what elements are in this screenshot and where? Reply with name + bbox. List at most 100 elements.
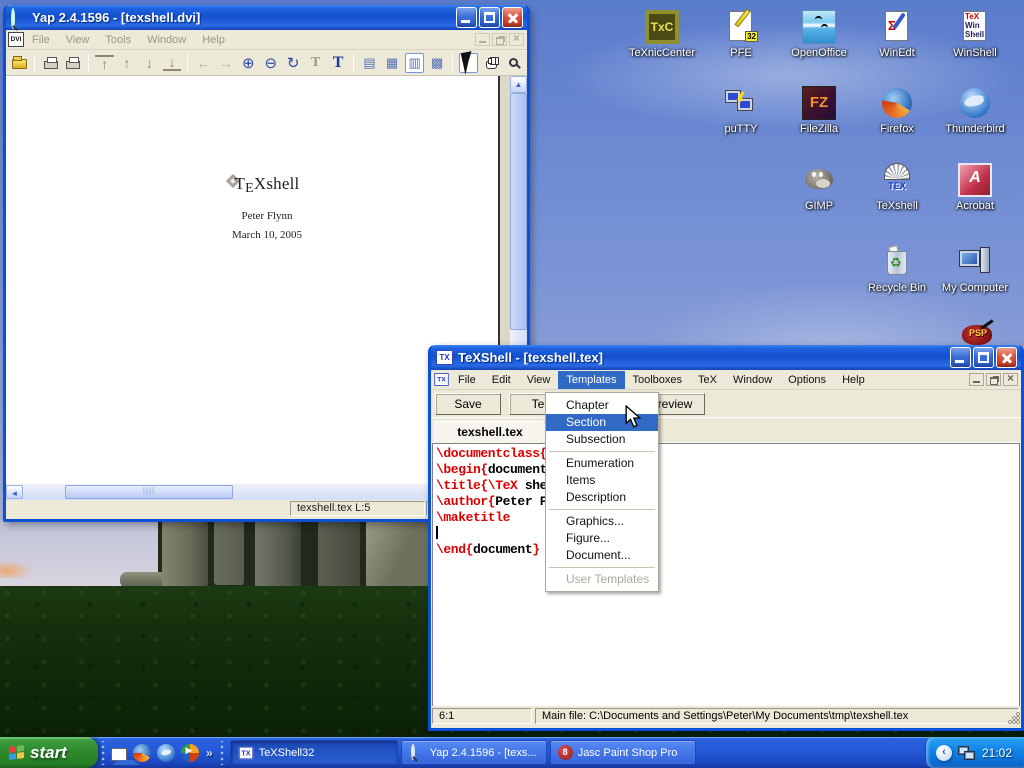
desktop-icon-winshell[interactable]: TeXWinShell WinShell: [937, 10, 1013, 59]
save-button[interactable]: Save: [435, 393, 501, 415]
taskbar-button-texshell32[interactable]: TX TeXShell32: [230, 740, 398, 765]
single-page-view-icon[interactable]: ▤: [360, 53, 378, 73]
mdi-restore-button[interactable]: [492, 33, 507, 46]
menu-item-description[interactable]: Description: [546, 489, 658, 506]
menu-toolboxes[interactable]: Toolboxes: [625, 371, 691, 389]
resize-grip[interactable]: [1008, 712, 1020, 724]
wallpaper-stone: [318, 521, 360, 588]
forward-icon[interactable]: →: [217, 53, 235, 73]
pointer-tool-icon[interactable]: [459, 53, 478, 73]
menu-edit[interactable]: Edit: [484, 371, 519, 389]
taskbar-button-yap[interactable]: Yap 2.4.1596 - [texs...: [401, 740, 547, 765]
menu-file[interactable]: File: [450, 371, 484, 389]
scroll-left-button[interactable]: ◄: [6, 485, 23, 499]
menu-window[interactable]: Window: [725, 371, 780, 389]
start-button[interactable]: start: [0, 737, 98, 768]
icon-label: Thunderbird: [937, 123, 1013, 135]
text-tool-icon[interactable]: T: [329, 53, 347, 73]
desktop-icon-firefox[interactable]: Firefox: [859, 86, 935, 135]
desktop-icon-gimp[interactable]: GIMP: [781, 163, 857, 212]
desktop-icon-openoffice[interactable]: OpenOffice: [781, 10, 857, 59]
desktop-icon-winedt[interactable]: Σ WinEdt: [859, 10, 935, 59]
previous-page-icon[interactable]: ↑: [118, 53, 136, 73]
desktop-icon-texniccenter[interactable]: TxC TeXnicCenter: [624, 10, 700, 59]
quicklaunch-overflow-chevron[interactable]: »: [206, 746, 213, 760]
last-page-icon[interactable]: ↓: [163, 55, 181, 71]
tray-collapse-chevron[interactable]: ‹: [936, 745, 952, 761]
menu-item-enumeration[interactable]: Enumeration: [546, 455, 658, 472]
outlook-express-icon[interactable]: [111, 748, 127, 761]
first-page-icon[interactable]: ↑: [95, 55, 113, 71]
desktop-icon-acrobat[interactable]: A Acrobat: [937, 163, 1013, 212]
continuous-two-page-view-icon[interactable]: ▩: [428, 53, 446, 73]
tab-texshell-tex[interactable]: texshell.tex: [434, 421, 546, 443]
desktop-icon-putty[interactable]: puTTY: [703, 86, 779, 135]
hand-tool-icon[interactable]: [482, 53, 500, 73]
taskbar-handle[interactable]: [220, 741, 224, 765]
thunderbird-quicklaunch-icon[interactable]: [157, 744, 175, 762]
menu-view[interactable]: View: [58, 31, 98, 49]
firefox-quicklaunch-icon[interactable]: [133, 744, 151, 762]
menu-item-items[interactable]: Items: [546, 472, 658, 489]
dvi-document-icon[interactable]: DVI: [8, 32, 24, 47]
desktop-icon-pfe[interactable]: 32 PFE: [703, 10, 779, 59]
magnifier-tool-icon[interactable]: [505, 53, 523, 73]
ruler-tool-icon[interactable]: T: [306, 53, 324, 73]
menu-options[interactable]: Options: [780, 371, 834, 389]
minimize-button[interactable]: [456, 7, 477, 28]
scroll-up-button[interactable]: ▲: [510, 76, 527, 93]
yap-titlebar[interactable]: Yap 2.4.1596 - [texshell.dvi]: [6, 5, 527, 30]
back-icon[interactable]: ←: [194, 53, 212, 73]
open-icon[interactable]: [10, 53, 28, 73]
dvi-page[interactable]: TEXshell Peter Flynn March 10, 2005: [6, 76, 498, 484]
minimize-button[interactable]: [950, 347, 971, 368]
mdi-restore-button[interactable]: [986, 373, 1001, 386]
continuous-page-view-icon[interactable]: ▥: [405, 53, 424, 73]
maximize-button[interactable]: [479, 7, 500, 28]
zoom-out-icon[interactable]: ⊖: [262, 53, 280, 73]
desktop-icon-psp[interactable]: PSP: [958, 323, 998, 347]
menu-tools[interactable]: Tools: [97, 31, 139, 49]
quicklaunch-handle[interactable]: [101, 741, 105, 765]
mdi-minimize-button[interactable]: [969, 373, 984, 386]
menu-templates[interactable]: Templates: [558, 371, 624, 389]
two-page-view-icon[interactable]: ▦: [383, 53, 401, 73]
mdi-controls: [969, 373, 1021, 386]
taskbar-clock[interactable]: 21:02: [982, 746, 1012, 760]
texshell-mdi-icon[interactable]: TX: [434, 373, 448, 386]
taskbar-button-paint-shop-pro[interactable]: 8 Jasc Paint Shop Pro: [550, 740, 696, 765]
menu-item-graphics[interactable]: Graphics...: [546, 513, 658, 530]
texshell-titlebar[interactable]: TX TeXShell - [texshell.tex]: [431, 345, 1021, 370]
print-setup-icon[interactable]: [64, 53, 82, 73]
desktop-icon-texshell[interactable]: TEX TeXshell: [859, 163, 935, 212]
editor-pane[interactable]: \documentclass{article} \begin{document}…: [432, 443, 1020, 706]
mdi-close-button[interactable]: [509, 33, 524, 46]
mdi-close-button[interactable]: [1003, 373, 1018, 386]
menu-item-document[interactable]: Document...: [546, 547, 658, 564]
menu-help[interactable]: Help: [834, 371, 873, 389]
menu-tex[interactable]: TeX: [690, 371, 725, 389]
maximize-button[interactable]: [973, 347, 994, 368]
mdi-controls: [475, 33, 527, 46]
print-icon[interactable]: [41, 53, 59, 73]
menu-file[interactable]: File: [24, 31, 58, 49]
acrobat-icon: A: [958, 163, 992, 197]
media-player-quicklaunch-icon[interactable]: [181, 744, 199, 762]
menu-window[interactable]: Window: [139, 31, 194, 49]
menu-view[interactable]: View: [519, 371, 559, 389]
desktop-icon-recycle-bin[interactable]: ♻ Recycle Bin: [859, 245, 935, 294]
next-page-icon[interactable]: ↓: [140, 53, 158, 73]
scroll-thumb[interactable]: [510, 93, 527, 330]
desktop-icon-thunderbird[interactable]: Thunderbird: [937, 86, 1013, 135]
refresh-icon[interactable]: ↻: [284, 53, 302, 73]
menu-help[interactable]: Help: [194, 31, 233, 49]
close-button[interactable]: [996, 347, 1017, 368]
zoom-in-icon[interactable]: ⊕: [239, 53, 257, 73]
scroll-thumb[interactable]: [65, 485, 233, 499]
network-tray-icon[interactable]: [958, 745, 976, 761]
mdi-minimize-button[interactable]: [475, 33, 490, 46]
desktop-icon-my-computer[interactable]: My Computer: [937, 245, 1013, 294]
desktop-icon-filezilla[interactable]: FZ FileZilla: [781, 86, 857, 135]
menu-item-figure[interactable]: Figure...: [546, 530, 658, 547]
close-button[interactable]: [502, 7, 523, 28]
